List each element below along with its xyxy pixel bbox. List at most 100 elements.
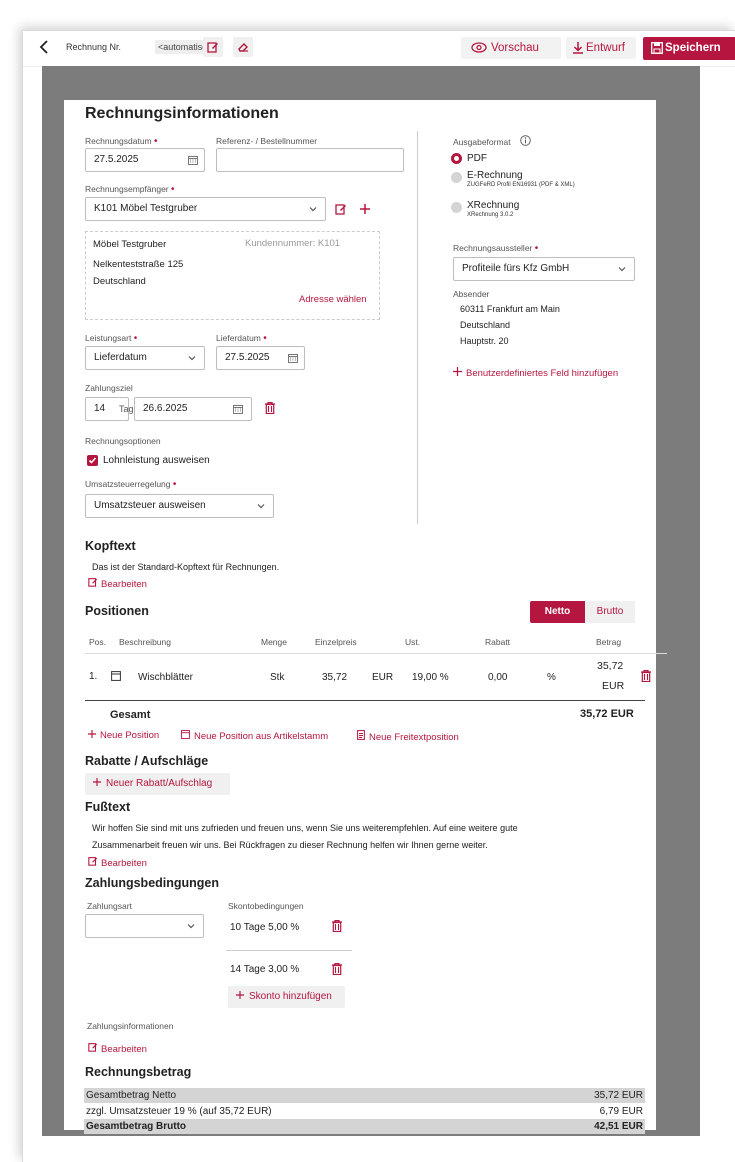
reset-number-button[interactable]: [233, 37, 253, 57]
gross-toggle[interactable]: Brutto: [585, 601, 635, 623]
vat-rule-select[interactable]: Umsatzsteuer ausweisen: [85, 494, 274, 518]
info-icon[interactable]: [520, 135, 531, 146]
invoice-options-label: Rechnungsoptionen: [85, 436, 161, 446]
edit-icon: [88, 1043, 98, 1052]
preview-button[interactable]: Vorschau: [461, 37, 561, 59]
footer-text-line1: Wir hoffen Sie sind mit uns zufrieden un…: [92, 823, 518, 833]
invoice-date-input[interactable]: 27.5.2025: [85, 148, 205, 172]
invoice-date-label: Rechnungsdatum •: [85, 136, 158, 147]
net-toggle[interactable]: Netto: [530, 601, 585, 623]
new-text-position-link[interactable]: Neue Freitextposition: [357, 730, 459, 743]
back-arrow-icon[interactable]: [39, 40, 53, 56]
payment-days-input[interactable]: 14 Tage: [85, 397, 139, 421]
preview-label: Vorschau: [491, 42, 539, 54]
wage-checkbox[interactable]: [87, 455, 98, 466]
add-recipient-icon[interactable]: [360, 204, 370, 214]
delivery-date-input[interactable]: 27.5.2025: [216, 346, 305, 370]
col-description: Beschreibung: [119, 637, 171, 647]
section-title-discounts: Rabatte / Aufschläge: [85, 754, 209, 768]
save-button[interactable]: Speichern: [643, 37, 735, 60]
xrechnung-radio-label: XRechnung: [467, 200, 520, 211]
xrechnung-radio[interactable]: [451, 202, 462, 213]
invoice-date-value: 27.5.2025: [94, 154, 139, 165]
trash-icon[interactable]: [265, 402, 275, 414]
total-value: 35,72 EUR: [580, 708, 634, 720]
row-vat: 19,00 %: [412, 672, 449, 683]
edit-icon: [88, 578, 98, 587]
discount-term-2: 14 Tage 3,00 %: [230, 964, 300, 975]
vat-row: zzgl. Umsatzsteuer 19 % (auf 35,72 EUR) …: [84, 1104, 645, 1119]
vat-value: 6,79 EUR: [599, 1106, 643, 1117]
payment-target-label: Zahlungsziel: [85, 383, 133, 393]
erechnung-subtitle: ZUGFeRD Profil EN16931 (PDF & XML): [467, 182, 575, 188]
chevron-down-icon: [188, 356, 196, 361]
net-total-label: Gesamtbetrag Netto: [86, 1090, 177, 1101]
col-amount: Betrag: [596, 637, 622, 647]
eraser-icon: [238, 43, 248, 52]
gross-total-value: 42,51 EUR: [594, 1121, 643, 1132]
reference-input[interactable]: [216, 148, 404, 172]
recipient-select[interactable]: K101 Möbel Testgruber: [85, 197, 326, 221]
gross-total-row: Gesamtbetrag Brutto 42,51 EUR: [84, 1119, 645, 1134]
delivery-date-label: Lieferdatum •: [216, 333, 267, 344]
section-title-invoice-info: Rechnungsinformationen: [85, 105, 279, 122]
column-divider: [417, 131, 418, 524]
choose-address-link[interactable]: Adresse wählen: [299, 294, 367, 305]
service-type-select[interactable]: Lieferdatum: [85, 346, 205, 370]
reference-label: Referenz- / Bestellnummer: [216, 136, 318, 146]
vat-label: zzgl. Umsatzsteuer 19 % (auf 35,72 EUR): [86, 1106, 272, 1117]
floppy-disk-icon: [651, 42, 663, 54]
save-label: Speichern: [665, 42, 721, 54]
issuer-label: Rechnungsaussteller •: [453, 243, 539, 254]
calendar-icon[interactable]: [233, 404, 243, 414]
address-country: Deutschland: [93, 276, 146, 287]
payment-date-value: 26.6.2025: [143, 403, 188, 414]
new-position-link[interactable]: Neue Position: [88, 730, 159, 741]
discount-divider: [226, 950, 352, 951]
recipient-label: Rechnungsempfänger •: [85, 184, 175, 195]
address-street: Nelkenteststraße 125: [93, 259, 184, 270]
edit-payment-info-link[interactable]: Bearbeiten: [88, 1042, 147, 1055]
recipient-value: K101 Möbel Testgruber: [94, 203, 198, 214]
erechnung-radio-label: E-Rechnung: [467, 170, 523, 181]
trash-icon[interactable]: [641, 670, 651, 682]
edit-footer-text-link[interactable]: Bearbeiten: [88, 856, 147, 869]
vat-rule-label: Umsatzsteuerregelung •: [85, 479, 177, 490]
section-title-header-text: Kopftext: [85, 539, 136, 553]
sender-city: 60311 Frankfurt am Main: [460, 304, 560, 314]
table-header-divider: [85, 653, 667, 654]
payment-method-select[interactable]: [85, 914, 204, 938]
row-pos: 1.: [89, 671, 98, 682]
row-amount-currency: EUR: [602, 680, 625, 692]
edit-number-button[interactable]: [203, 37, 223, 57]
edit-icon: [207, 42, 218, 53]
trash-icon[interactable]: [332, 920, 342, 932]
issuer-select[interactable]: Profiteile fürs Kfz GmbH: [453, 257, 635, 281]
new-position-from-master-link[interactable]: Neue Position aus Artikelstamm: [181, 730, 328, 742]
pdf-radio[interactable]: [451, 153, 462, 164]
erechnung-radio[interactable]: [451, 172, 462, 183]
top-bar: Rechnung Nr. <automatisch> Vorschau Entw…: [23, 31, 735, 67]
eye-icon: [471, 42, 487, 53]
row-quantity: Stk: [270, 672, 285, 683]
edit-recipient-icon[interactable]: [335, 203, 347, 215]
payment-info-label: Zahlungsinformationen: [87, 1021, 174, 1031]
add-cash-discount-button[interactable]: Skonto hinzufügen: [228, 986, 345, 1008]
section-title-footer-text: Fußtext: [85, 800, 131, 814]
payment-date-input[interactable]: 26.6.2025: [134, 397, 252, 421]
draft-button[interactable]: Entwurf: [566, 37, 636, 59]
edit-header-text-link[interactable]: Bearbeiten: [88, 577, 147, 590]
calendar-icon[interactable]: [288, 353, 298, 363]
add-discount-button[interactable]: Neuer Rabatt/Aufschlag: [85, 773, 230, 795]
add-custom-field-link[interactable]: Benutzerdefiniertes Feld hinzufügen: [453, 367, 618, 379]
discount-terms-label: Skontobedingungen: [228, 901, 304, 911]
trash-icon[interactable]: [332, 963, 342, 975]
chevron-down-icon: [618, 267, 626, 272]
output-format-label: Ausgabeformat: [453, 137, 511, 147]
payment-method-label: Zahlungsart: [87, 901, 132, 911]
table-total-divider: [85, 700, 645, 701]
calendar-icon[interactable]: [188, 155, 198, 165]
net-total-row: Gesamtbetrag Netto 35,72 EUR: [84, 1088, 645, 1103]
article-icon: [111, 671, 121, 681]
footer-text-line2: Zusammenarbeit freuen wir uns. Bei Rückf…: [92, 840, 488, 850]
